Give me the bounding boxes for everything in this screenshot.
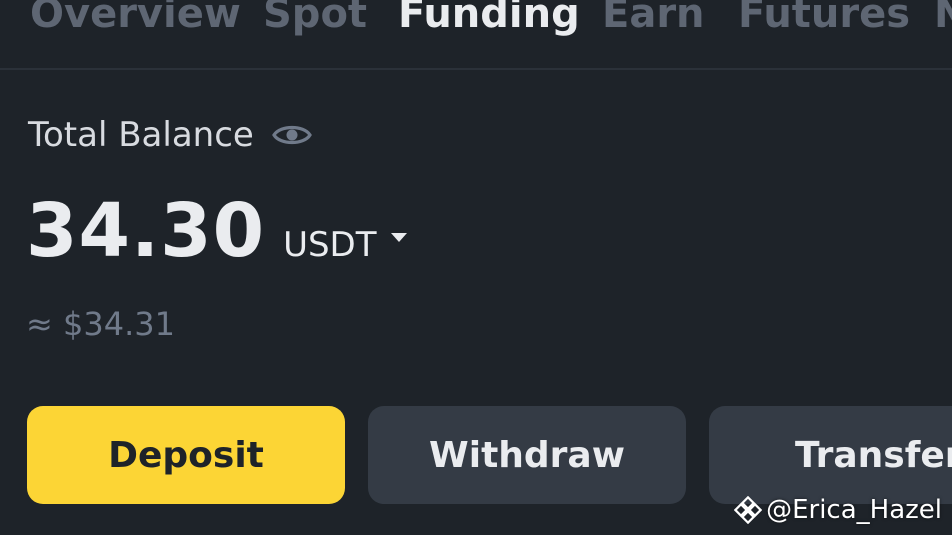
balance-amount: 34.30 <box>26 188 266 274</box>
tab-futures[interactable]: Futures <box>738 0 910 42</box>
tab-overview[interactable]: Overview <box>30 0 241 42</box>
deposit-button[interactable]: Deposit <box>27 406 345 504</box>
wallet-tab-bar: Overview Spot Funding Earn Futures N <box>0 0 952 70</box>
tab-spot[interactable]: Spot <box>263 0 367 42</box>
tab-funding[interactable]: Funding <box>398 0 580 42</box>
total-balance-header: Total Balance <box>28 113 312 157</box>
balance-amount-row: 34.30 USDT <box>26 188 407 284</box>
funding-wallet-screen: Overview Spot Funding Earn Futures N Tot… <box>0 0 952 535</box>
transfer-button[interactable]: Transfer <box>709 406 952 504</box>
watermark-handle: @Erica_Hazel <box>766 495 942 525</box>
tab-earn[interactable]: Earn <box>602 0 705 42</box>
tab-next-truncated[interactable]: N <box>934 0 952 42</box>
currency-label: USDT <box>283 225 377 265</box>
withdraw-button[interactable]: Withdraw <box>368 406 686 504</box>
watermark: @Erica_Hazel <box>734 495 942 525</box>
eye-icon[interactable] <box>271 115 312 155</box>
total-balance-label: Total Balance <box>28 115 254 155</box>
currency-selector[interactable]: USDT <box>283 225 407 265</box>
fiat-equivalent: ≈ $34.31 <box>26 305 175 343</box>
binance-logo-icon <box>734 496 763 524</box>
caret-down-icon <box>390 232 407 242</box>
